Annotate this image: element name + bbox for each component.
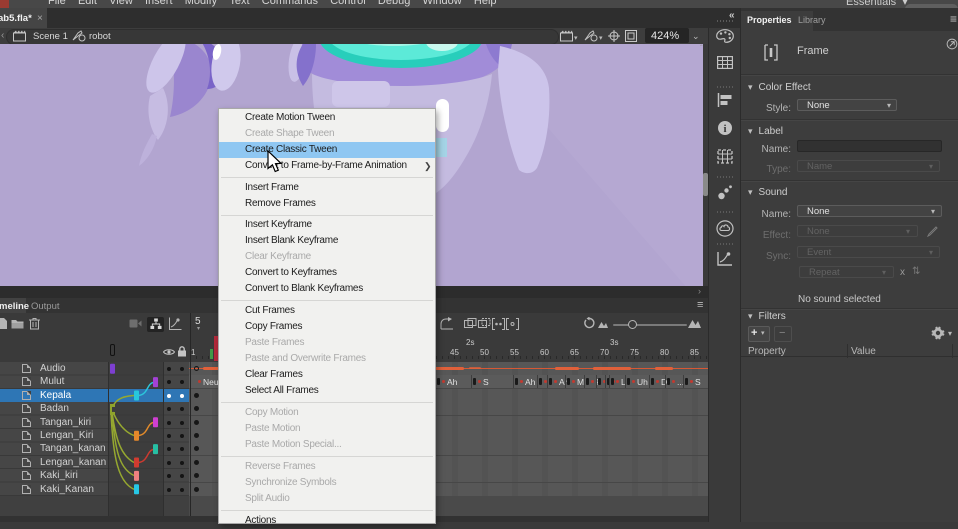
svg-text:i: i: [723, 123, 726, 135]
